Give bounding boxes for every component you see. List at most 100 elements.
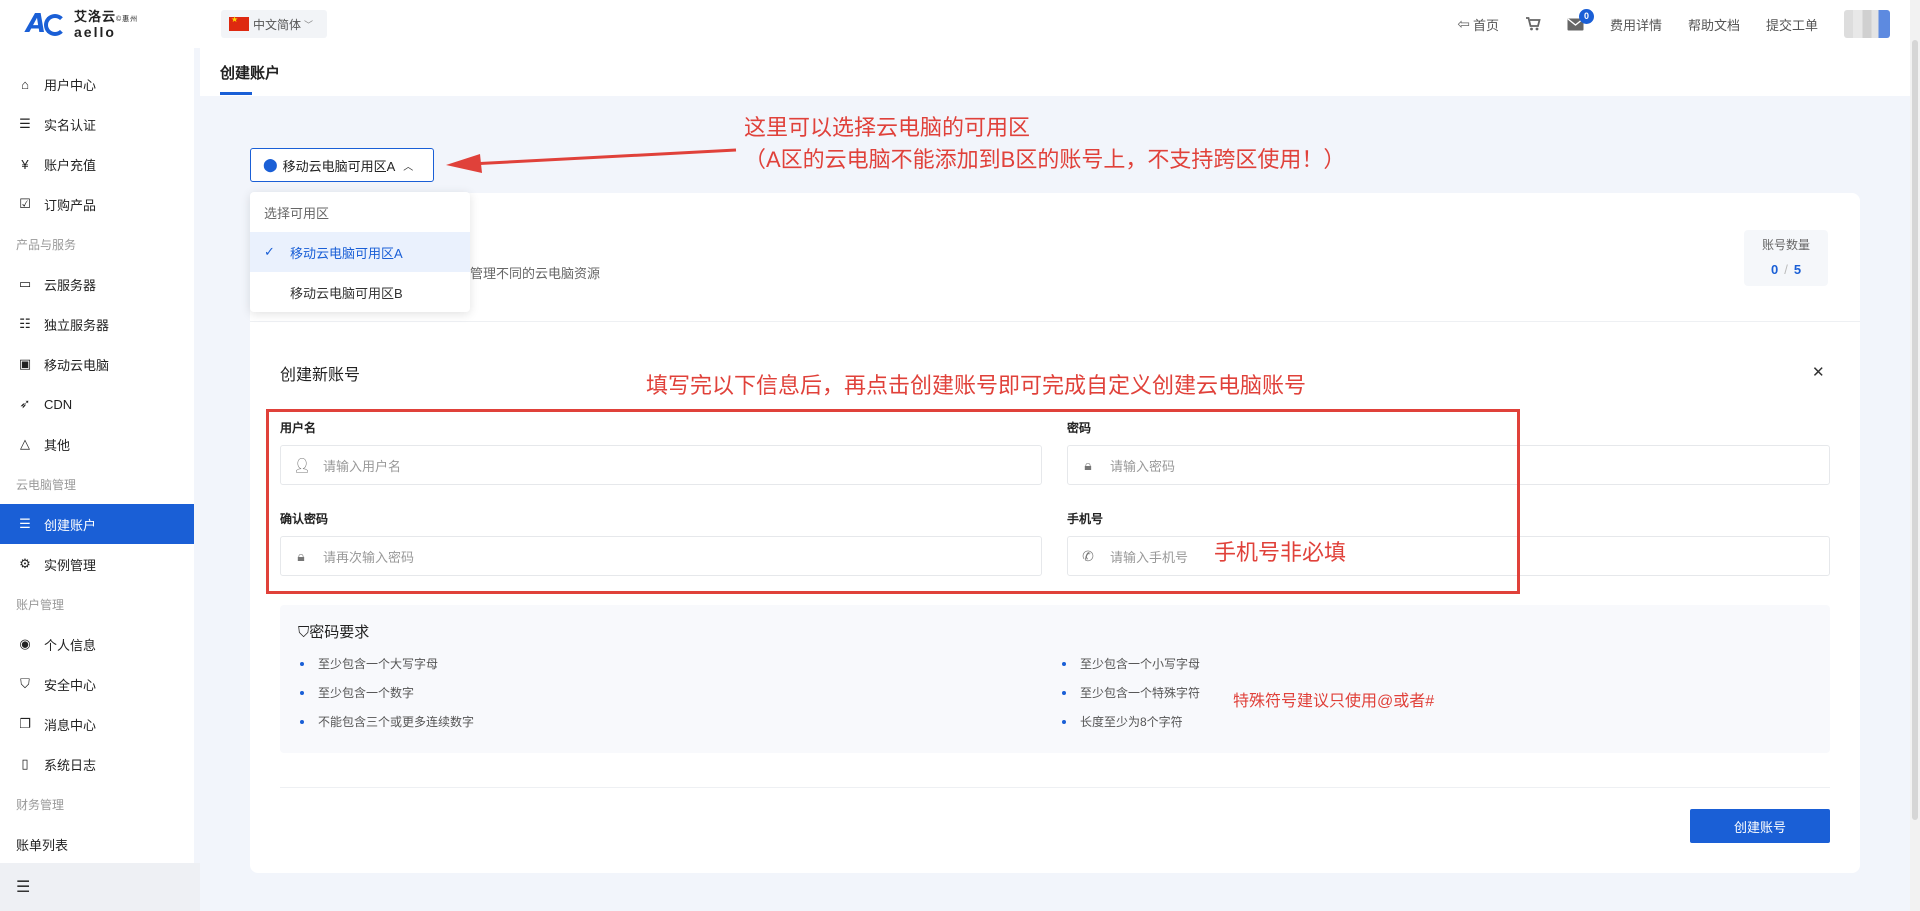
password-requirements-title: 密码要求 [309,624,370,641]
zone-option-b[interactable]: 移动云电脑可用区B [250,272,470,312]
rule-item: 至少包含一个大写字母 [300,655,438,672]
message-count-badge: 0 [1578,8,1594,24]
check-icon: ✓ [264,244,275,259]
home-icon: ⌂ [21,76,29,92]
cart-button[interactable] [1525,16,1541,32]
page-scrollbar[interactable] [1910,0,1920,911]
page-title: 创建账户 [220,65,281,82]
sidebar-item-other[interactable]: △ 其他 [0,424,194,464]
rule-item: 至少包含一个特殊字符 [1062,684,1200,701]
account-count-total: 5 [1793,262,1802,277]
sidebar-item-verification[interactable]: ☰ 实名认证 [0,104,194,144]
sidebar-item-mobile-cloud-pc[interactable]: ▣ 移动云电脑 [0,344,194,384]
sidebar-item-label: 系统日志 [44,757,97,773]
sidebar-item-cloud-server[interactable]: ▭ 云服务器 [0,264,194,304]
sidebar-item-order[interactable]: ☑ 订购产品 [0,184,194,224]
sidebar-item-recharge[interactable]: ¥ 账户充值 [0,144,194,184]
language-label: 中文简体 [253,17,302,32]
china-flag-icon [229,15,249,31]
messages-button[interactable]: 0 [1567,8,1594,31]
shield-icon: ⛉ [20,676,30,691]
sidebar-item-label: 云服务器 [44,277,97,293]
sidebar-item-label: 个人信息 [44,637,97,653]
nav-help-label: 帮助文档 [1687,17,1740,33]
nav-ticket-label: 提交工单 [1765,17,1818,33]
logo-mark: A [24,10,70,38]
sidebar-item-bill-list[interactable]: 账单列表 [0,824,194,864]
sidebar-item-system-log[interactable]: ▯ 系统日志 [0,744,194,784]
brand-name-cn: 艾洛云 [74,8,117,24]
cart-icon [1525,17,1541,31]
shield-icon: ⛉ [298,624,310,641]
nav-home-label: 首页 [1472,17,1499,33]
zone-option-a[interactable]: ✓ 移动云电脑可用区A [250,232,470,272]
rocket-icon: ➶ [19,396,31,411]
sidebar-item-security[interactable]: ⛉ 安全中心 [0,664,194,704]
sidebar-group-finance: 财务管理 [16,797,65,812]
sidebar-item-label: 创建账户 [44,517,97,533]
annotation-special-char-tip: 特殊符号建议只使用@或者# [1233,693,1435,710]
sidebar-group-products: 产品与服务 [16,237,77,252]
create-account-button[interactable]: 创建账号 [1690,809,1830,843]
page-title-bar: 创建账户 [200,48,1910,96]
sidebar-item-profile[interactable]: ◉ 个人信息 [0,624,194,664]
sidebar-group-cloud-pc: 云电脑管理 [16,477,77,492]
sidebar-collapse-button[interactable]: ☰ [0,863,200,911]
zone-selector[interactable]: ⬤ 移动云电脑可用区A ︿ [250,148,434,182]
zone-option-label: 移动云电脑可用区A [290,245,403,261]
form-title: 创建新账号 [280,367,361,384]
top-header: A 艾洛云©惠州 aello 中文简体 ﹀ ⇦ 首页 0 费用详情 帮助文档 提… [0,0,1920,48]
nav-billing[interactable]: 费用详情 [1610,15,1662,34]
chevron-down-icon: ﹀ [304,19,314,30]
sidebar-item-label: 用户中心 [44,77,97,93]
annotation-arrow-icon [446,148,737,173]
monitor-icon: ▣ [18,356,32,371]
close-icon[interactable]: ✕ [1812,363,1825,381]
sidebar-item-label: 账户充值 [44,157,97,173]
account-count-used: 0 [1770,262,1779,277]
annotation-form-hint: 填写完以下信息后，再点击创建账号即可完成自定义创建云电脑账号 [646,373,1307,398]
nav-home[interactable]: ⇦ 首页 [1457,15,1499,34]
location-pin-icon: ⬤ [263,157,278,172]
logo[interactable]: A 艾洛云©惠州 aello [24,8,138,40]
home-arrow-icon: ⇦ [1457,16,1470,33]
sidebar-item-label: 消息中心 [44,717,97,733]
divider [250,321,1860,322]
sidebar-item-label: 安全中心 [44,677,97,693]
rule-item: 至少包含一个数字 [300,684,414,701]
gear-icon: ⚙ [19,556,31,571]
user-card-icon: ☰ [19,516,31,531]
document-icon: ▯ [21,756,29,771]
sidebar-item-dedicated-server[interactable]: ☷ 独立服务器 [0,304,194,344]
checkbox-icon: ☑ [19,196,31,211]
sidebar-item-label: CDN [44,396,73,412]
server-icon: ▭ [18,276,32,291]
sidebar-item-instance-management[interactable]: ⚙ 实例管理 [0,544,194,584]
yen-icon: ¥ [21,156,29,172]
nav-ticket[interactable]: 提交工单 [1766,15,1818,34]
sidebar-item-user-center[interactable]: ⌂ 用户中心 [0,64,194,104]
rule-item: 至少包含一个小写字母 [1062,655,1200,672]
sidebar: ⌂ 用户中心 ☰ 实名认证 ¥ 账户充值 ☑ 订购产品 产品与服务 ▭ 云服务器 ☷ 独立服… [0,48,194,911]
card-description: 管理不同的云电脑资源 [470,266,601,281]
sidebar-item-create-account[interactable]: ☰ 创建账户 [0,504,194,544]
avatar[interactable] [1844,10,1890,38]
brand-sub: ©惠州 [116,15,139,23]
id-card-icon: ☰ [19,116,31,131]
sidebar-item-label: 账单列表 [16,837,69,853]
triangle-icon: △ [20,436,30,451]
language-selector[interactable]: 中文简体 ﹀ [221,10,327,38]
message-icon: ❐ [19,716,31,731]
scrollbar-thumb[interactable] [1912,40,1918,820]
sidebar-item-cdn[interactable]: ➶ CDN [0,384,194,424]
zone-option-label: 移动云电脑可用区B [290,285,403,301]
sidebar-item-label: 实例管理 [44,557,97,573]
page-title-underline [220,92,252,95]
divider [280,787,1830,788]
account-count-label: 账号数量 [1761,238,1810,252]
zone-dropdown-title: 选择可用区 [264,205,330,221]
nav-help[interactable]: 帮助文档 [1688,15,1740,34]
sidebar-item-messages[interactable]: ❐ 消息中心 [0,704,194,744]
annotation-phone-optional: 手机号非必填 [1214,540,1347,565]
top-nav: ⇦ 首页 0 费用详情 帮助文档 提交工单 [1457,0,1920,48]
